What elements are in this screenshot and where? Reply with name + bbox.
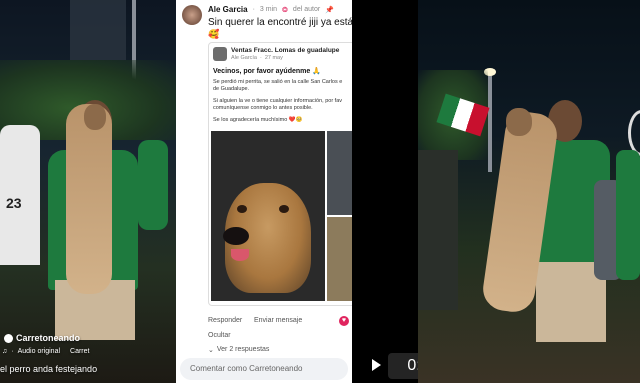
reply-button[interactable]: Responder — [208, 317, 242, 324]
bystander-right — [616, 150, 640, 280]
post-line-1: Se perdió mi perrita, se salió en la cal… — [213, 79, 343, 85]
view-replies[interactable]: ⌄ Ver 2 respuestas — [208, 346, 269, 354]
send-message-button[interactable]: Enviar mensaje — [254, 317, 302, 324]
audio-row[interactable]: ♫ · Audio original Carret — [2, 348, 89, 355]
music-note-icon: ♫ — [2, 348, 8, 355]
replies-label: Ver 2 respuestas — [216, 346, 270, 353]
account-name[interactable]: Carretoneando — [16, 333, 80, 343]
dog-nose — [223, 227, 249, 245]
fan-white-jersey: 23 — [0, 125, 40, 265]
audio-author: Carret — [70, 348, 90, 355]
dog-eye-right — [279, 205, 289, 213]
post-line-3: Se los agradecería muchísimo ❤️🥺 — [213, 117, 303, 123]
post-line-2: Si alguien la ve o tiene cualquier infor… — [213, 98, 343, 104]
author-badge: del autor — [292, 6, 321, 13]
emoji-icon: 🥰 — [208, 29, 220, 39]
post-line-1b: de Guadalupe. — [213, 86, 250, 92]
post-line-2b: comuníquense conmigo lo antes posible. — [213, 105, 313, 111]
dog-photo-thumb-2[interactable] — [327, 217, 352, 301]
shared-meta: Ale García · 27 may — [231, 55, 283, 61]
dot-separator: · — [252, 6, 255, 13]
heart-reaction-icon[interactable]: ♥ — [339, 316, 349, 326]
stadium-structure — [70, 0, 126, 60]
video-time: 0:00 — [388, 353, 418, 379]
play-icon[interactable] — [372, 359, 381, 371]
dog-photo-main[interactable] — [211, 131, 325, 301]
shared-user: Ale García — [231, 55, 257, 61]
jersey-number: 23 — [6, 195, 22, 211]
avatar — [4, 333, 13, 343]
commenter-avatar[interactable] — [182, 5, 202, 25]
dot-separator: · — [11, 348, 14, 355]
chevron-down-icon: ⌄ — [208, 347, 214, 354]
dot-separator: · — [259, 55, 262, 61]
post-title: Vecinos, por favor ayúdenme 🙏 — [213, 68, 321, 75]
left-photo-panel: 23 Carretoneando ♫ · Audio original Carr… — [0, 0, 176, 383]
shared-post-card[interactable]: Ventas Fracc. Lomas de guadalupe Ale Gar… — [208, 42, 352, 306]
page-avatar — [213, 47, 227, 61]
street-light — [488, 72, 492, 172]
author-badge-icon: ❂ — [282, 6, 288, 14]
dog-head — [506, 108, 532, 136]
dog-photo-thumb-1[interactable] — [327, 131, 352, 215]
bystander — [138, 140, 168, 230]
dog-tongue — [231, 249, 249, 261]
pin-icon: 📌 — [325, 6, 334, 14]
dog-head — [84, 104, 106, 130]
audio-label: Audio original — [17, 348, 61, 355]
crowd-left — [418, 150, 458, 310]
shared-page-name[interactable]: Ventas Fracc. Lomas de guadalupe — [231, 47, 339, 54]
comment-header: Ale Garcia · 3 min ❂ del autor 📌 — [208, 5, 334, 14]
comment-text: Sin querer la encontré jiji ya está en m — [208, 17, 352, 28]
right-photo-panel — [418, 0, 640, 383]
comment-input[interactable]: Comentar como Carretoneando — [180, 358, 348, 380]
comment-screenshot-panel: Ale Garcia · 3 min ❂ del autor 📌 Sin que… — [176, 0, 352, 383]
comment-author[interactable]: Ale Garcia — [208, 5, 248, 14]
dog-eye-left — [237, 205, 247, 213]
account-row[interactable]: Carretoneando — [4, 333, 80, 343]
video-caption: el perro anda festejando — [0, 364, 98, 374]
video-letterbox: 0:00 — [352, 0, 418, 383]
dog-lifted — [66, 104, 112, 294]
comment-time: 3 min — [259, 6, 278, 13]
shared-date: 27 may — [264, 55, 283, 61]
hide-button[interactable]: Ocultar — [208, 332, 231, 339]
